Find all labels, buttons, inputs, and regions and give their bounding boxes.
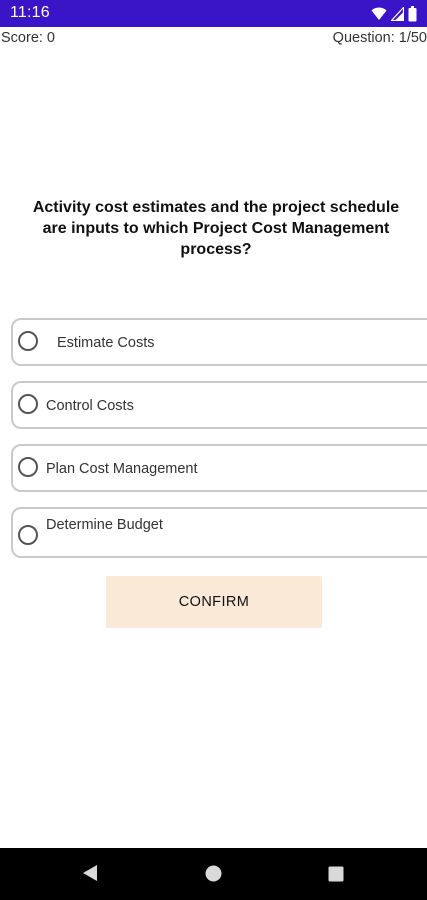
recents-icon[interactable] — [328, 866, 344, 887]
back-icon[interactable] — [82, 864, 98, 887]
option-control-costs[interactable]: Control Costs — [11, 381, 427, 429]
option-plan-cost-management[interactable]: Plan Cost Management — [11, 444, 427, 492]
radio-button[interactable] — [18, 394, 38, 414]
option-label: Control Costs — [46, 398, 134, 414]
navigation-bar — [0, 848, 427, 900]
wifi-icon — [371, 7, 387, 21]
confirm-button[interactable]: CONFIRM — [106, 576, 322, 628]
radio-button[interactable] — [18, 457, 38, 477]
option-determine-budget[interactable]: Determine Budget — [11, 507, 427, 558]
score-label: Score: 0 — [1, 30, 55, 46]
home-icon[interactable] — [205, 865, 222, 887]
status-bar: 11:16 — [0, 0, 427, 27]
option-label: Plan Cost Management — [46, 461, 198, 477]
battery-icon — [408, 6, 417, 22]
status-time: 11:16 — [10, 4, 50, 21]
option-label: Determine Budget — [46, 517, 163, 533]
question-counter: Question: 1/50 — [332, 30, 427, 46]
radio-button[interactable] — [18, 331, 38, 351]
status-icons — [371, 6, 417, 22]
question-text: Activity cost estimates and the project … — [32, 199, 400, 258]
radio-button[interactable] — [18, 524, 38, 545]
signal-icon — [391, 7, 404, 21]
option-label: Estimate Costs — [57, 335, 155, 351]
option-estimate-costs[interactable]: Estimate Costs — [11, 318, 427, 366]
